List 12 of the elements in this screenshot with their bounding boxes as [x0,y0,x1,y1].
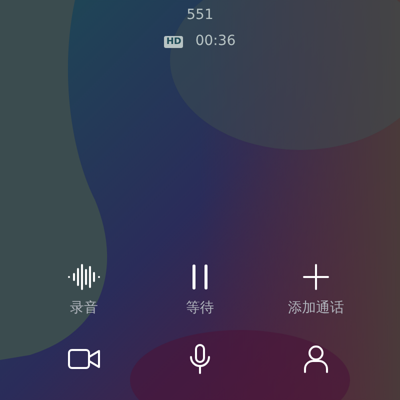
pause-icon [190,264,210,290]
phone-number: 551 [186,6,214,25]
sound-wave-icon [67,264,101,290]
hold-button[interactable]: 等待 [142,263,258,319]
hd-badge: HD [164,36,184,48]
add-button[interactable]: 添加通话 [258,263,374,319]
plus-icon [303,264,329,290]
call-duration: 00:36 [195,32,236,51]
person-icon [303,345,329,373]
microphone-icon [189,344,211,374]
video-camera-icon [68,348,100,370]
record-button[interactable]: 录音 [26,263,142,319]
